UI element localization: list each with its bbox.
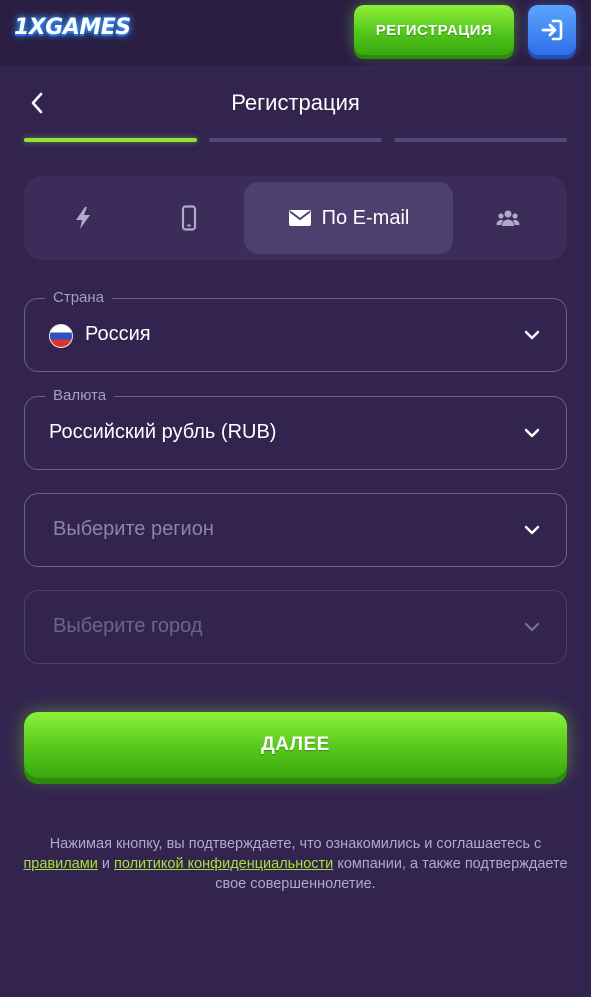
rules-link[interactable]: правилами <box>23 856 97 872</box>
top-bar: 1XGAMES РЕГИСТРАЦИЯ <box>0 0 591 66</box>
tab-phone[interactable] <box>136 182 242 254</box>
next-button[interactable]: ДАЛЕЕ <box>24 712 567 778</box>
currency-select[interactable]: Валюта Российский рубль (RUB) <box>24 387 567 470</box>
privacy-policy-link[interactable]: политикой конфиденциальности <box>114 856 333 872</box>
country-legend: Страна <box>45 289 113 306</box>
register-button[interactable]: РЕГИСТРАЦИЯ <box>354 5 514 55</box>
country-value: Россия <box>85 323 151 345</box>
region-select[interactable]: Выберите регион <box>24 493 567 567</box>
tab-email-label: По E-mail <box>321 206 410 229</box>
russia-flag-icon <box>49 324 73 348</box>
city-placeholder: Выберите город <box>53 615 203 637</box>
logo[interactable]: 1XGAMES <box>14 15 131 40</box>
chevron-down-icon <box>524 525 540 535</box>
lightning-icon <box>76 207 90 229</box>
registration-method-tabs: По E-mail <box>24 176 567 260</box>
tab-email[interactable]: По E-mail <box>244 182 453 254</box>
country-select[interactable]: Страна Россия <box>24 289 567 372</box>
step-3-indicator <box>394 138 567 142</box>
currency-value: Российский рубль (RUB) <box>49 421 277 443</box>
page-header: Регистрация <box>0 66 591 142</box>
sign-in-icon <box>541 19 563 41</box>
step-2-indicator <box>209 138 382 142</box>
step-1-indicator <box>24 138 197 142</box>
tab-one-click[interactable] <box>30 182 136 254</box>
legal-text-2: и <box>101 856 110 872</box>
city-select[interactable]: Выберите город <box>24 590 567 664</box>
users-icon <box>496 210 520 226</box>
chevron-down-icon <box>524 428 540 438</box>
chevron-down-icon <box>524 622 540 632</box>
envelope-icon <box>288 210 311 226</box>
legal-text-1: Нажимая кнопку, вы подтверждаете, что оз… <box>49 836 542 852</box>
login-button[interactable] <box>528 5 576 55</box>
legal-notice: Нажимая кнопку, вы подтверждаете, что оз… <box>20 834 571 894</box>
step-progress <box>24 138 567 143</box>
page-title: Регистрация <box>231 90 360 115</box>
tab-social[interactable] <box>455 182 561 254</box>
phone-icon <box>181 205 197 231</box>
region-placeholder: Выберите регион <box>53 518 214 540</box>
currency-legend: Валюта <box>45 387 115 404</box>
chevron-down-icon <box>524 330 540 340</box>
